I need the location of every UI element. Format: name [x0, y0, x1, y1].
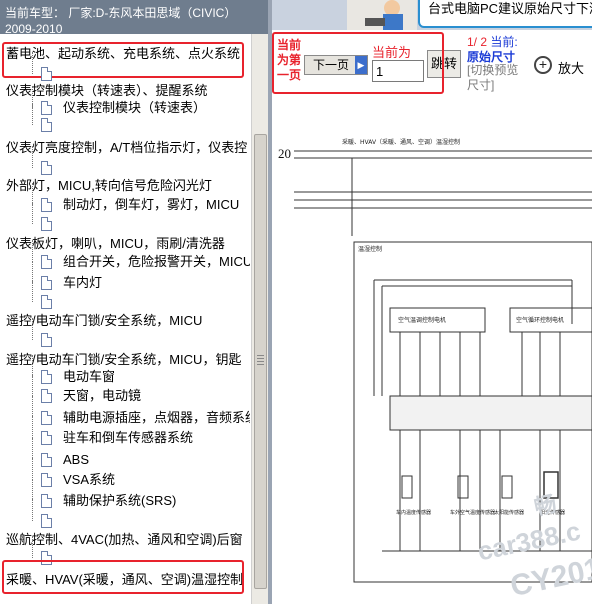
- document-icon: [41, 276, 52, 290]
- tree-doc-label: 车内灯: [63, 275, 103, 290]
- tree-section-item[interactable]: 采暖、HVAV(采暖，通风、空调)温湿控制: [6, 570, 243, 590]
- tree-doc-label: 仪表控制模块（转速表）: [63, 100, 207, 115]
- document-icon: [41, 453, 52, 467]
- tree-connector: [32, 458, 33, 480]
- viewer-panel: 台式电脑PC建议原始尺寸下浏 当前为第一页 下一页 ▶ 当前为 跳转 1/ 2 …: [272, 0, 592, 604]
- tree-connector: [32, 499, 33, 521]
- sensor-label-1: 车内温度传感器: [396, 509, 431, 516]
- tree-doc-label: 天窗，电动镜: [63, 388, 142, 403]
- current-label: 当前:: [490, 35, 518, 49]
- document-icon: [41, 431, 52, 445]
- tree-doc-label: 电动车窗: [63, 369, 116, 384]
- arrow-right-icon: ▶: [355, 56, 367, 74]
- page-toolbar: 当前为第一页 下一页 ▶ 当前为 跳转 1/ 2 当前: 原始尺寸 [切换预览尺…: [272, 30, 592, 96]
- document-icon: [41, 494, 52, 508]
- tree-doc-label: 制动灯，倒车灯，雾灯，MICU: [63, 197, 240, 212]
- tree-connector: [32, 202, 33, 224]
- document-icon: [41, 333, 52, 347]
- document-icon: [41, 101, 52, 115]
- page-number-input[interactable]: [372, 60, 424, 82]
- module-label: 温湿控制: [358, 245, 382, 253]
- tree-connector: [32, 536, 33, 558]
- document-icon: [41, 217, 52, 231]
- document-icon: [41, 389, 52, 403]
- zoom-in-icon[interactable]: +: [534, 56, 552, 74]
- document-icon: [41, 473, 52, 487]
- wiring-diagram-page: 20 采暖、HVAV（采暖、通风、空调）温湿控制 温湿控制 空气温调控制电机 空…: [272, 96, 592, 604]
- document-icon: [41, 118, 52, 132]
- document-icon: [41, 295, 52, 309]
- mascot-icon: [365, 0, 403, 30]
- tree-connector: [32, 240, 33, 262]
- tree-section-item[interactable]: 外部灯，MICU,转向信号危险闪光灯: [6, 176, 212, 196]
- document-icon: [41, 411, 52, 425]
- next-page-button[interactable]: 下一页 ▶: [304, 55, 368, 75]
- tree-connector: [32, 103, 33, 125]
- tree-connector: [32, 479, 33, 501]
- tree-connector: [32, 416, 33, 438]
- sensor-label-2: 车外空气温度传感器: [450, 509, 495, 516]
- tree-doc-label: 组合开关，危险报警开关，MICU: [63, 254, 250, 269]
- tree-section-item[interactable]: 遥控/电动车门锁/安全系统，MICU，钥匙: [6, 350, 241, 370]
- current-car-model: 当前车型： 厂家:D-东风本田思域（CIVIC）2009-2010: [0, 0, 268, 34]
- top-banner: 台式电脑PC建议原始尺寸下浏: [272, 0, 592, 30]
- tree-section-label: 仪表灯亮度控制，A/T档位指示灯，仪表控: [6, 140, 248, 155]
- tree-connector: [32, 374, 33, 396]
- tree-doc-label: VSA系统: [63, 472, 116, 487]
- tree-doc-label: 辅助电源插座，点烟器，音频系统: [63, 410, 250, 425]
- tree-connector: [32, 396, 33, 418]
- document-icon: [41, 255, 52, 269]
- tree-section-label: 外部灯，MICU,转向信号危险闪光灯: [6, 178, 212, 193]
- tree-doc-label: 辅助保护系统(SRS): [63, 493, 177, 508]
- tree-section-item[interactable]: 巡航控制、4VAC(加热、通风和空调)后窗: [6, 530, 243, 550]
- banner-mascot-image: [347, 0, 417, 30]
- document-icon: [41, 551, 52, 565]
- document-icon: [41, 161, 52, 175]
- banner-message-box: 台式电脑PC建议原始尺寸下浏: [418, 0, 592, 28]
- tree-connector: [32, 280, 33, 302]
- first-page-label: 当前为第一页: [276, 38, 301, 82]
- diagram-title: 采暖、HVAV（采暖、通风、空调）温湿控制: [342, 138, 460, 146]
- tree-doc-label: ABS: [63, 452, 90, 467]
- jump-button[interactable]: 跳转: [427, 50, 461, 78]
- tree-doc-label: 驻车和倒车传感器系统: [63, 430, 194, 445]
- tree-section-item[interactable]: 遥控/电动车门锁/安全系统，MICU: [6, 311, 202, 331]
- tree-section-item[interactable]: 仪表灯亮度控制，A/T档位指示灯，仪表控: [6, 138, 247, 158]
- tree-connector: [32, 438, 33, 460]
- sensor-label-3: 太阳能传感器: [494, 509, 524, 516]
- scrollbar-thumb[interactable]: [254, 134, 267, 589]
- tree-section-label: 遥控/电动车门锁/安全系统，MICU，钥匙: [6, 352, 242, 367]
- page-count-value: 1/ 2: [467, 35, 488, 49]
- motor-box-1: 空气温调控制电机: [398, 316, 446, 324]
- catalog-tree[interactable]: 蓄电池、起动系统、充电系统、点火系统 仪表控制模块（转速表）、提醒系统仪表控制模块…: [0, 34, 250, 604]
- tree-scrollbar[interactable]: [251, 34, 268, 604]
- tree-section-item[interactable]: 仪表板灯，喇叭，MICU，雨刷/清洗器: [6, 234, 225, 254]
- tree-section-label: 仪表板灯，喇叭，MICU，雨刷/清洗器: [6, 236, 225, 251]
- document-icon: [41, 514, 52, 528]
- tree-connector: [32, 318, 33, 340]
- page-number: 20: [278, 146, 291, 161]
- tree-section-item[interactable]: 蓄电池、起动系统、充电系统、点火系统: [6, 44, 240, 64]
- zoom-in-button[interactable]: 放大: [558, 58, 584, 77]
- current-page-label: 当前为: [372, 45, 412, 60]
- tree-section-label: 遥控/电动车门锁/安全系统，MICU: [6, 313, 203, 328]
- tree-section-label: 巡航控制、4VAC(加热、通风和空调)后窗: [6, 532, 243, 547]
- scrollbar-grip-icon: [257, 355, 264, 365]
- tree-connector: [32, 52, 33, 74]
- banner-text: 台式电脑PC建议原始尺寸下浏: [428, 1, 592, 16]
- document-icon: [41, 198, 52, 212]
- next-page-label: 下一页: [313, 58, 350, 72]
- left-panel: 当前车型： 厂家:D-东风本田思域（CIVIC）2009-2010 蓄电池、起动…: [0, 0, 268, 604]
- tree-section-label: 蓄电池、起动系统、充电系统、点火系统: [6, 46, 241, 61]
- document-icon: [41, 370, 52, 384]
- motor-box-2: 空气循环控制电机: [516, 316, 564, 324]
- switch-size-link[interactable]: [切换预览尺寸]: [467, 63, 527, 93]
- tree-section-label: 仪表控制模块（转速表）、提醒系统: [6, 83, 208, 98]
- tree-section-label: 采暖、HVAV(采暖，通风、空调)温湿控制: [6, 572, 244, 587]
- document-icon: [41, 67, 52, 81]
- tree-connector: [32, 146, 33, 168]
